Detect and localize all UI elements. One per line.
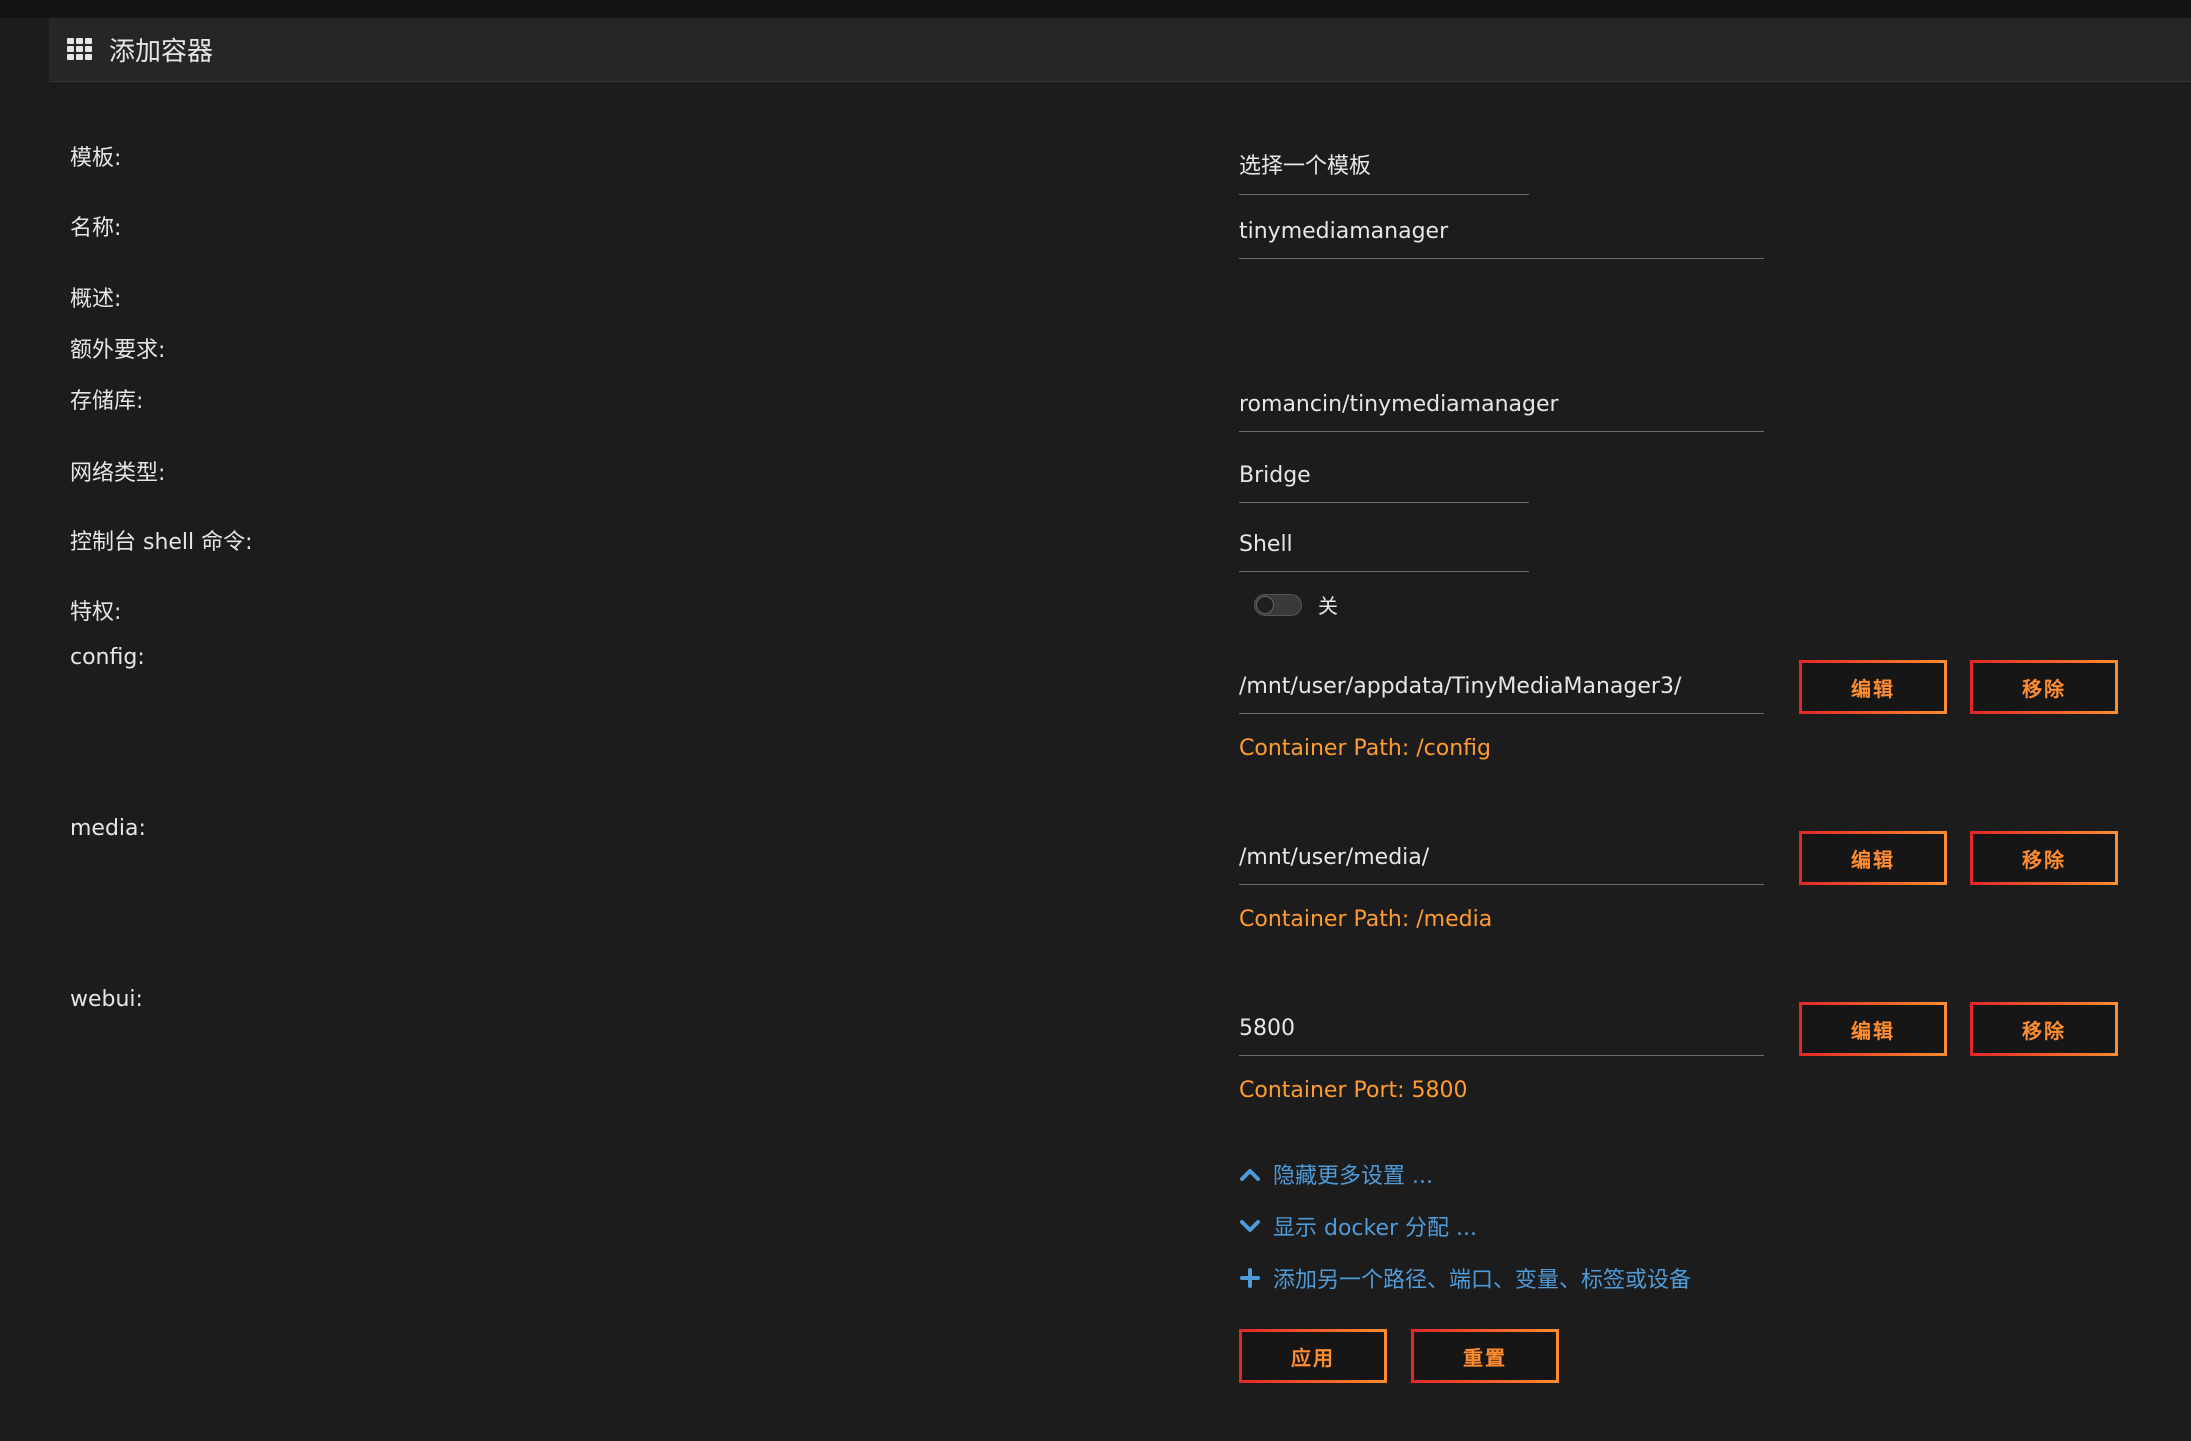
apply-button[interactable]: 应用 xyxy=(1239,1329,1387,1383)
template-select[interactable]: 选择一个模板 xyxy=(1239,148,1529,195)
name-label: 名称: xyxy=(70,216,122,241)
webui-label: webui: xyxy=(70,987,143,1012)
grid-icon xyxy=(67,37,93,62)
privileged-toggle[interactable] xyxy=(1254,593,1302,616)
config-remove-button[interactable]: 移除 xyxy=(1970,660,2118,714)
privileged-state: 关 xyxy=(1318,594,1338,618)
webui-edit-button[interactable]: 编辑 xyxy=(1799,1002,1947,1056)
media-label: media: xyxy=(70,816,146,841)
chevron-down-icon xyxy=(1239,1218,1261,1234)
page-title: 添加容器 xyxy=(109,37,214,67)
overview-label: 概述: xyxy=(70,287,122,312)
top-strip xyxy=(0,0,2191,18)
toggle-knob xyxy=(1256,595,1274,614)
privileged-label: 特权: xyxy=(70,600,122,625)
repository-input[interactable]: romancin/tinymediamanager xyxy=(1239,392,1764,432)
config-container-path: Container Path: /config xyxy=(1239,736,1491,761)
config-path-input[interactable]: /mnt/user/appdata/TinyMediaManager3/ xyxy=(1239,674,1764,714)
show-docker-allocations-link[interactable]: 显示 docker 分配 ... xyxy=(1239,1210,1477,1242)
add-another-text: 添加另一个路径、端口、变量、标签或设备 xyxy=(1273,1268,1692,1293)
network-label: 网络类型: xyxy=(70,461,166,486)
media-container-path: Container Path: /media xyxy=(1239,907,1493,932)
media-remove-button[interactable]: 移除 xyxy=(1970,831,2118,885)
webui-port-input[interactable]: 5800 xyxy=(1239,1016,1764,1056)
media-path-input[interactable]: /mnt/user/media/ xyxy=(1239,845,1764,885)
reset-button[interactable]: 重置 xyxy=(1411,1329,1559,1383)
add-container-page: 添加容器 模板: 名称: 概述: 额外要求: 存储库: 网络类型: 控制台 sh… xyxy=(0,0,2191,1441)
title-bar: 添加容器 xyxy=(49,18,2191,82)
privileged-toggle-row: 关 xyxy=(1254,590,1338,619)
repository-label: 存储库: xyxy=(70,389,144,414)
requires-label: 额外要求: xyxy=(70,338,166,363)
webui-container-port: Container Port: 5800 xyxy=(1239,1078,1468,1103)
media-edit-button[interactable]: 编辑 xyxy=(1799,831,1947,885)
shell-label: 控制台 shell 命令: xyxy=(70,530,253,555)
name-input[interactable]: tinymediamanager xyxy=(1239,219,1764,259)
hide-more-settings-text: 隐藏更多设置 ... xyxy=(1273,1164,1433,1189)
plus-icon xyxy=(1239,1268,1261,1288)
show-docker-allocations-text: 显示 docker 分配 ... xyxy=(1273,1216,1478,1241)
config-label: config: xyxy=(70,645,145,670)
add-another-link[interactable]: 添加另一个路径、端口、变量、标签或设备 xyxy=(1239,1262,1691,1294)
template-label: 模板: xyxy=(70,146,122,171)
hide-more-settings-link[interactable]: 隐藏更多设置 ... xyxy=(1239,1158,1433,1190)
config-edit-button[interactable]: 编辑 xyxy=(1799,660,1947,714)
webui-remove-button[interactable]: 移除 xyxy=(1970,1002,2118,1056)
chevron-up-icon xyxy=(1239,1166,1261,1182)
shell-select[interactable]: Shell xyxy=(1239,532,1529,572)
network-select[interactable]: Bridge xyxy=(1239,463,1529,503)
